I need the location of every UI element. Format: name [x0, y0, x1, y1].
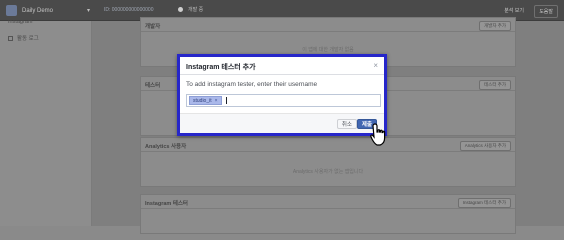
app-switcher[interactable]: Daily Demo ▾: [6, 4, 90, 17]
tag-label: studio_it: [193, 97, 212, 104]
sidebar-item-activity-log[interactable]: 활동 로그: [0, 33, 91, 43]
mode-label: 개발 중: [188, 7, 204, 13]
analytics-users-panel: Analytics 사용자 Analytics 사용자 추가 Analytics…: [140, 137, 516, 187]
cancel-button[interactable]: 취소: [336, 119, 357, 129]
add-instagram-tester-dialog: Instagram 테스터 추가 × To add instagram test…: [177, 54, 387, 136]
add-developer-button[interactable]: 개발자 추가: [479, 21, 511, 31]
toggle-dot-icon: [178, 7, 183, 12]
hand-cursor-icon: [370, 123, 386, 146]
list-icon: [8, 35, 13, 41]
add-instagram-tester-button[interactable]: Instagram 테스터 추가: [457, 198, 511, 208]
remove-tag-icon[interactable]: ×: [215, 98, 218, 104]
username-input[interactable]: studio_it ×: [186, 94, 381, 107]
panel-header: Instagram 테스터 Instagram 테스터 추가: [141, 195, 515, 209]
panel-header: 개발자 개발자 추가: [141, 18, 515, 32]
mode-toggle[interactable]: 개발 중: [178, 6, 203, 13]
dialog-description: To add instagram tester, enter their use…: [186, 81, 318, 88]
docs-button[interactable]: 도움말: [534, 5, 558, 18]
dialog-header: Instagram 테스터 추가 ×: [180, 57, 384, 75]
add-analytics-user-button[interactable]: Analytics 사용자 추가: [459, 141, 511, 151]
panel-empty-text: Analytics 사용자가 없는 앱입니다: [292, 169, 364, 175]
panel-title: 개발자: [145, 24, 161, 30]
dialog-footer: 취소 제출: [180, 113, 384, 133]
panel-title: Analytics 사용자: [145, 144, 187, 150]
panel-header: Analytics 사용자 Analytics 사용자 추가: [141, 138, 515, 152]
panel-empty-text: 이 앱에 대한 개발자 없음: [302, 47, 354, 53]
username-tag: studio_it ×: [189, 96, 222, 105]
sidebar-item-label: Instagram: [8, 19, 33, 25]
chevron-down-icon: ▾: [86, 8, 90, 14]
analytics-link[interactable]: 분석 보기: [500, 5, 528, 16]
close-icon[interactable]: ×: [373, 61, 378, 70]
panel-title: 테스터: [145, 83, 161, 89]
sidebar-item-instagram[interactable]: Instagram: [0, 17, 91, 27]
text-caret: [225, 97, 227, 104]
instagram-testers-panel: Instagram 테스터 Instagram 테스터 추가: [140, 194, 516, 234]
app-id: ID: 000000000000000: [104, 7, 154, 13]
app-name: Daily Demo: [22, 7, 54, 14]
sidebar-item-label: 활동 로그: [17, 36, 39, 42]
app-icon: [6, 5, 17, 16]
add-tester-button[interactable]: 테스터 추가: [479, 80, 511, 90]
sidebar: Instagram 활동 로그: [0, 19, 92, 226]
panel-title: Instagram 테스터: [145, 201, 188, 207]
dialog-title: Instagram 테스터 추가: [186, 64, 256, 71]
